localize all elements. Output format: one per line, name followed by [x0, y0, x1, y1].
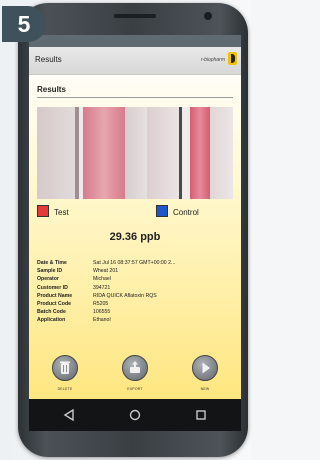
- app-bar: Results r-biopharm: [29, 47, 241, 75]
- detail-value: R5205: [93, 301, 109, 308]
- export-icon: [122, 355, 148, 381]
- test-color-swatch: [37, 205, 49, 217]
- control-color-swatch: [156, 205, 168, 217]
- brand-logo-icon: [228, 52, 237, 65]
- results-content: Results Test Control 29.36 ppb Date & Ti…: [29, 75, 241, 399]
- legend-control-label: Control: [173, 208, 199, 217]
- legend-control: Control: [156, 205, 199, 217]
- detail-value: 394721: [93, 284, 111, 291]
- android-nav-bar: [29, 399, 241, 431]
- phone-screen: Results r-biopharm Results Test Control …: [29, 35, 241, 431]
- app-title: Results: [35, 55, 62, 64]
- detail-value: Sat Jul 16 08:37:57 GMT+00:00 2...: [93, 260, 176, 266]
- recents-square-icon[interactable]: [181, 399, 221, 431]
- background: Results r-biopharm Results Test Control …: [0, 0, 251, 460]
- strip-test-line: [83, 107, 125, 199]
- strip-control-line: [190, 107, 210, 199]
- detail-row: Date & Time Sat Jul 16 08:37:57 GMT+00:00…: [37, 259, 237, 267]
- result-value: 29.36 ppb: [109, 231, 161, 243]
- section-title: Results: [37, 85, 66, 94]
- export-label: EXPORT: [127, 387, 143, 391]
- strip-band-5: [182, 107, 190, 199]
- section-divider: [37, 97, 233, 98]
- back-triangle-icon[interactable]: [49, 399, 89, 431]
- detail-row: Product Name RIDA QUICK Aflatoxin RQS: [37, 292, 237, 300]
- strip-band-1: [37, 107, 75, 199]
- play-icon: [192, 355, 218, 381]
- new-label: NEW: [200, 387, 210, 391]
- detail-label: Sample ID: [37, 268, 63, 275]
- export-button[interactable]: EXPORT: [115, 355, 155, 399]
- phone-device: Results r-biopharm Results Test Control …: [18, 3, 248, 457]
- delete-button[interactable]: DELETE: [45, 355, 85, 399]
- detail-row: Product Code R5205: [37, 300, 237, 308]
- details-table: Date & Time Sat Jul 16 08:37:57 GMT+00:00…: [37, 259, 237, 325]
- detail-label: Product Code: [37, 301, 72, 308]
- home-circle-icon[interactable]: [115, 399, 155, 431]
- detail-value: Ethanol: [93, 317, 111, 324]
- delete-label: DELETE: [57, 387, 73, 391]
- detail-label: Product Name: [37, 292, 73, 299]
- detail-value: RIDA QUICK Aflatoxin RQS: [93, 292, 157, 299]
- brand-logo-text: r-biopharm: [200, 57, 225, 63]
- detail-value: Michael: [93, 276, 111, 283]
- status-bar: [29, 35, 241, 47]
- detail-label: Batch Code: [37, 309, 66, 316]
- detail-row: Sample ID Wheat 201: [37, 267, 237, 275]
- strip-band-3: [125, 107, 147, 199]
- test-strip-image: [37, 107, 233, 199]
- strip-band-6: [210, 107, 233, 199]
- detail-label: Date & Time: [37, 260, 67, 266]
- detail-label: Customer ID: [37, 284, 68, 291]
- strip-band-4: [147, 107, 179, 199]
- detail-label: Operator: [37, 276, 59, 283]
- front-camera: [204, 12, 212, 20]
- detail-value: Wheat 201: [93, 268, 119, 275]
- trash-icon: [52, 355, 78, 381]
- speaker-grille: [114, 14, 156, 18]
- detail-row: Application Ethanol: [37, 316, 237, 324]
- step-number: 5: [17, 11, 31, 37]
- step-badge: 5: [2, 6, 46, 42]
- new-button[interactable]: NEW: [185, 355, 225, 399]
- detail-row: Batch Code 106555: [37, 308, 237, 316]
- detail-label: Application: [37, 317, 66, 324]
- detail-value: 106555: [93, 309, 111, 316]
- legend-test: Test: [37, 205, 69, 217]
- detail-row: Operator Michael: [37, 275, 237, 283]
- legend-test-label: Test: [54, 208, 69, 217]
- detail-row: Customer ID 394721: [37, 284, 237, 292]
- action-bar: DELETE EXPORT NEW: [29, 353, 241, 399]
